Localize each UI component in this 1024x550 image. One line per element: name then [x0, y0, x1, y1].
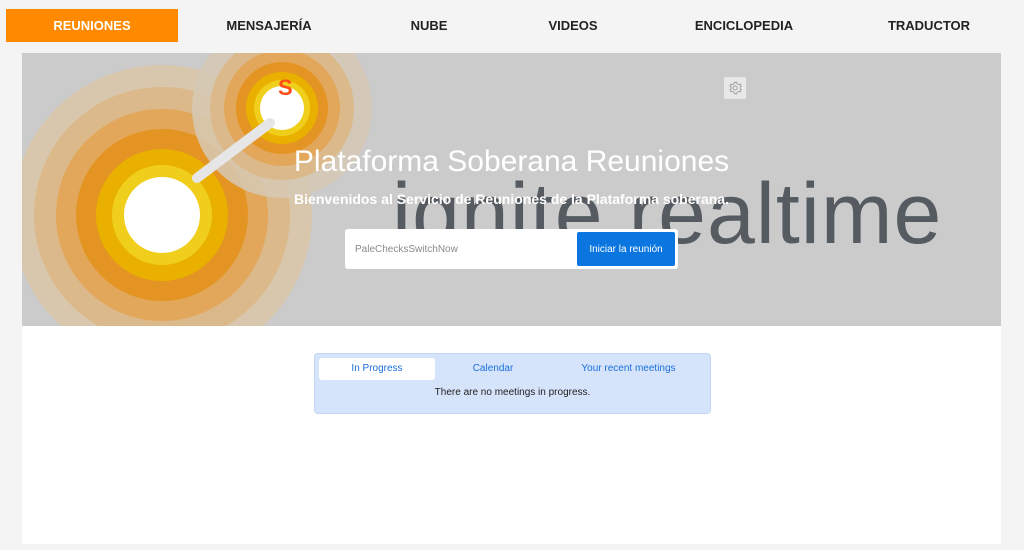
nav-item-videos[interactable]: VIDEOS — [487, 9, 659, 42]
logo-letter: S — [278, 75, 293, 100]
main-panel: ignite realtime S Plataforma Soberana Re… — [22, 53, 1001, 544]
nav-item-traductor[interactable]: TRADUCTOR — [843, 9, 1015, 42]
start-meeting-button[interactable]: Iniciar la reunión — [577, 232, 675, 266]
hero-title: Plataforma Soberana Reuniones — [293, 145, 730, 178]
no-meetings-message: There are no meetings in progress. — [434, 387, 591, 398]
plataforma-logo: S — [278, 77, 300, 101]
hero-banner: ignite realtime S Plataforma Soberana Re… — [22, 53, 1001, 326]
gear-icon — [729, 81, 742, 95]
tab-calendar[interactable]: Calendar — [435, 358, 551, 380]
tab-in-progress[interactable]: In Progress — [319, 358, 435, 380]
hero-subtitle: Bienvenidos al Servicio de Reuniones de … — [294, 191, 729, 207]
tab-recent-meetings[interactable]: Your recent meetings — [551, 358, 706, 380]
nav-item-reuniones[interactable]: REUNIONES — [6, 9, 178, 42]
meetings-tabs-card: In Progress Calendar Your recent meeting… — [314, 353, 711, 414]
settings-button[interactable] — [724, 77, 746, 99]
join-meeting-form: Iniciar la reunión — [345, 229, 678, 269]
top-navigation: REUNIONES MENSAJERÍA NUBE VIDEOS ENCICLO… — [0, 0, 1024, 52]
meeting-name-input[interactable] — [351, 234, 579, 264]
nav-item-mensajeria[interactable]: MENSAJERÍA — [183, 9, 355, 42]
nav-item-enciclopedia[interactable]: ENCICLOPEDIA — [658, 9, 830, 42]
